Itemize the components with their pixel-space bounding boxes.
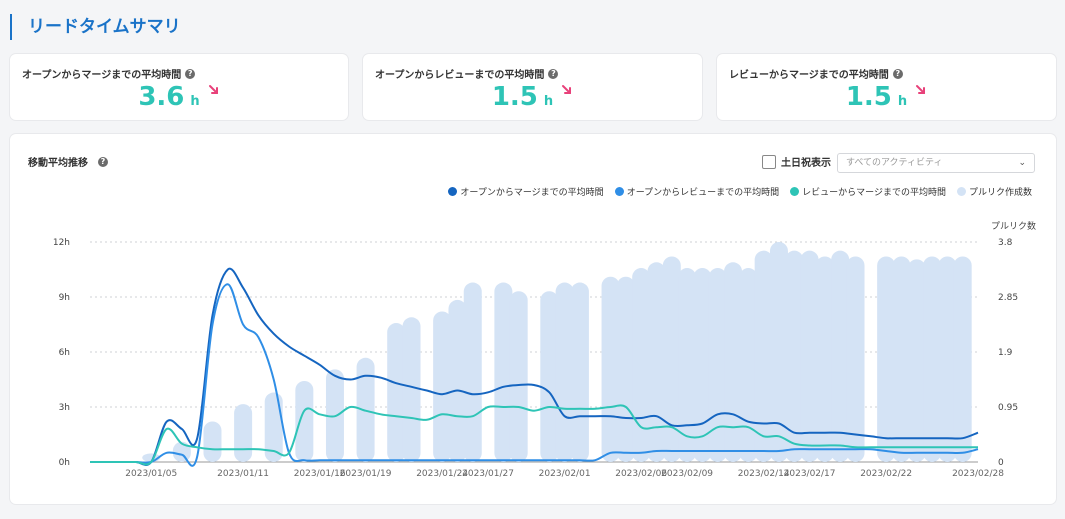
pr-count-bar (433, 311, 452, 462)
page-header: リードタイムサマリ (10, 14, 181, 40)
pr-count-bar (402, 317, 421, 462)
x-tick-label: 2023/02/22 (860, 469, 912, 479)
pr-count-bar (892, 256, 911, 462)
y-right-tick-label: 0.95 (998, 403, 1018, 413)
moving-average-card: 移動平均推移 ? 土日祝表示 すべてのアクティビティ ⌄ オープンからマージまで… (10, 134, 1056, 504)
pr-count-bar (555, 282, 574, 462)
y-right-tick-label: 1.9 (998, 348, 1013, 358)
y-left-tick-label: 6h (59, 348, 70, 358)
pr-count-bar (923, 256, 942, 462)
y-left-tick-label: 12h (53, 238, 70, 248)
stat-label: オープンからレビューまでの平均時間 (375, 70, 545, 81)
pr-count-bar (907, 259, 926, 462)
stat-card-open-review: オープンからレビューまでの平均時間 ? 1.5 h (363, 54, 702, 120)
pr-count-bar (540, 291, 559, 462)
pr-count-bar (601, 276, 620, 462)
x-tick-label: 2023/01/24 (416, 469, 468, 479)
help-icon[interactable]: ? (892, 68, 903, 79)
help-icon[interactable]: ? (185, 68, 196, 79)
pr-count-bar (831, 250, 850, 462)
pr-count-bar (509, 291, 528, 462)
y-right-axis-label: プルリク数 (991, 220, 1036, 232)
trend-down-icon (562, 85, 572, 94)
pr-count-bar (800, 250, 819, 462)
stat-label: レビューからマージまでの平均時間 (729, 70, 889, 81)
x-tick-label: 2023/01/05 (125, 469, 177, 479)
pr-count-bar (463, 282, 482, 462)
stat-card-open-merge: オープンからマージまでの平均時間 ? 3.6 h (10, 54, 348, 120)
x-tick-label: 2023/02/06 (615, 469, 667, 479)
pr-count-bar (754, 250, 773, 462)
x-tick-label: 2023/01/27 (462, 469, 514, 479)
pr-count-bar (632, 268, 651, 462)
x-tick-label: 2023/02/09 (661, 469, 713, 479)
pr-count-bar (769, 242, 788, 462)
pr-count-bar (739, 268, 758, 462)
stat-label: オープンからマージまでの平均時間 (22, 70, 182, 81)
stat-unit: h (190, 94, 200, 109)
stat-value: 1.5 (845, 82, 892, 112)
stat-card-review-merge: レビューからマージまでの平均時間 ? 1.5 h (717, 54, 1056, 120)
pr-count-bar (785, 250, 804, 462)
y-left-tick-label: 3h (59, 403, 70, 413)
moving-average-chart: 0h 3h 6h 9h 12h 0 0.95 1.9 2.85 3.8 プルリク数 2023/01/0… (53, 220, 1036, 479)
pr-count-bar (616, 276, 635, 462)
stat-unit: h (543, 94, 554, 109)
trend-down-icon (208, 85, 218, 94)
x-tick-label: 2023/01/19 (340, 469, 392, 479)
pr-count-bar (203, 421, 222, 462)
pr-count-bar (953, 256, 972, 462)
pr-count-bar (708, 268, 727, 462)
page-title: リードタイムサマリ (28, 17, 181, 37)
pr-count-bar (647, 262, 666, 462)
x-tick-label: 2023/01/16 (294, 469, 346, 479)
pr-count-bar (448, 299, 467, 462)
y-right-tick-label: 2.85 (998, 293, 1018, 303)
pr-count-bar (815, 256, 834, 462)
pr-count-bar (938, 256, 957, 462)
stat-value: 1.5 (491, 82, 538, 112)
stat-value: 3.6 (138, 82, 185, 112)
x-tick-label: 2023/02/01 (539, 469, 591, 479)
help-icon[interactable]: ? (548, 68, 559, 79)
pr-count-bar (387, 323, 406, 462)
pr-count-bar (494, 282, 513, 462)
y-left-tick-label: 0h (59, 458, 70, 468)
pr-count-bar (877, 256, 896, 462)
x-tick-label: 2023/01/11 (217, 469, 269, 479)
x-tick-label: 2023/02/28 (952, 469, 1004, 479)
stat-unit: h (897, 94, 908, 109)
pr-count-bar (570, 282, 589, 462)
x-tick-label: 2023/02/14 (738, 469, 790, 479)
pr-count-bar (234, 404, 253, 462)
y-right-tick-label: 0 (998, 458, 1004, 468)
pr-count-bar (846, 256, 865, 462)
y-right-tick-label: 3.8 (998, 238, 1013, 248)
x-tick-label: 2023/02/17 (784, 469, 836, 479)
pr-count-bar (724, 262, 743, 462)
trend-down-icon (916, 85, 926, 94)
pr-count-bar (295, 380, 314, 462)
y-left-tick-label: 9h (59, 293, 70, 303)
